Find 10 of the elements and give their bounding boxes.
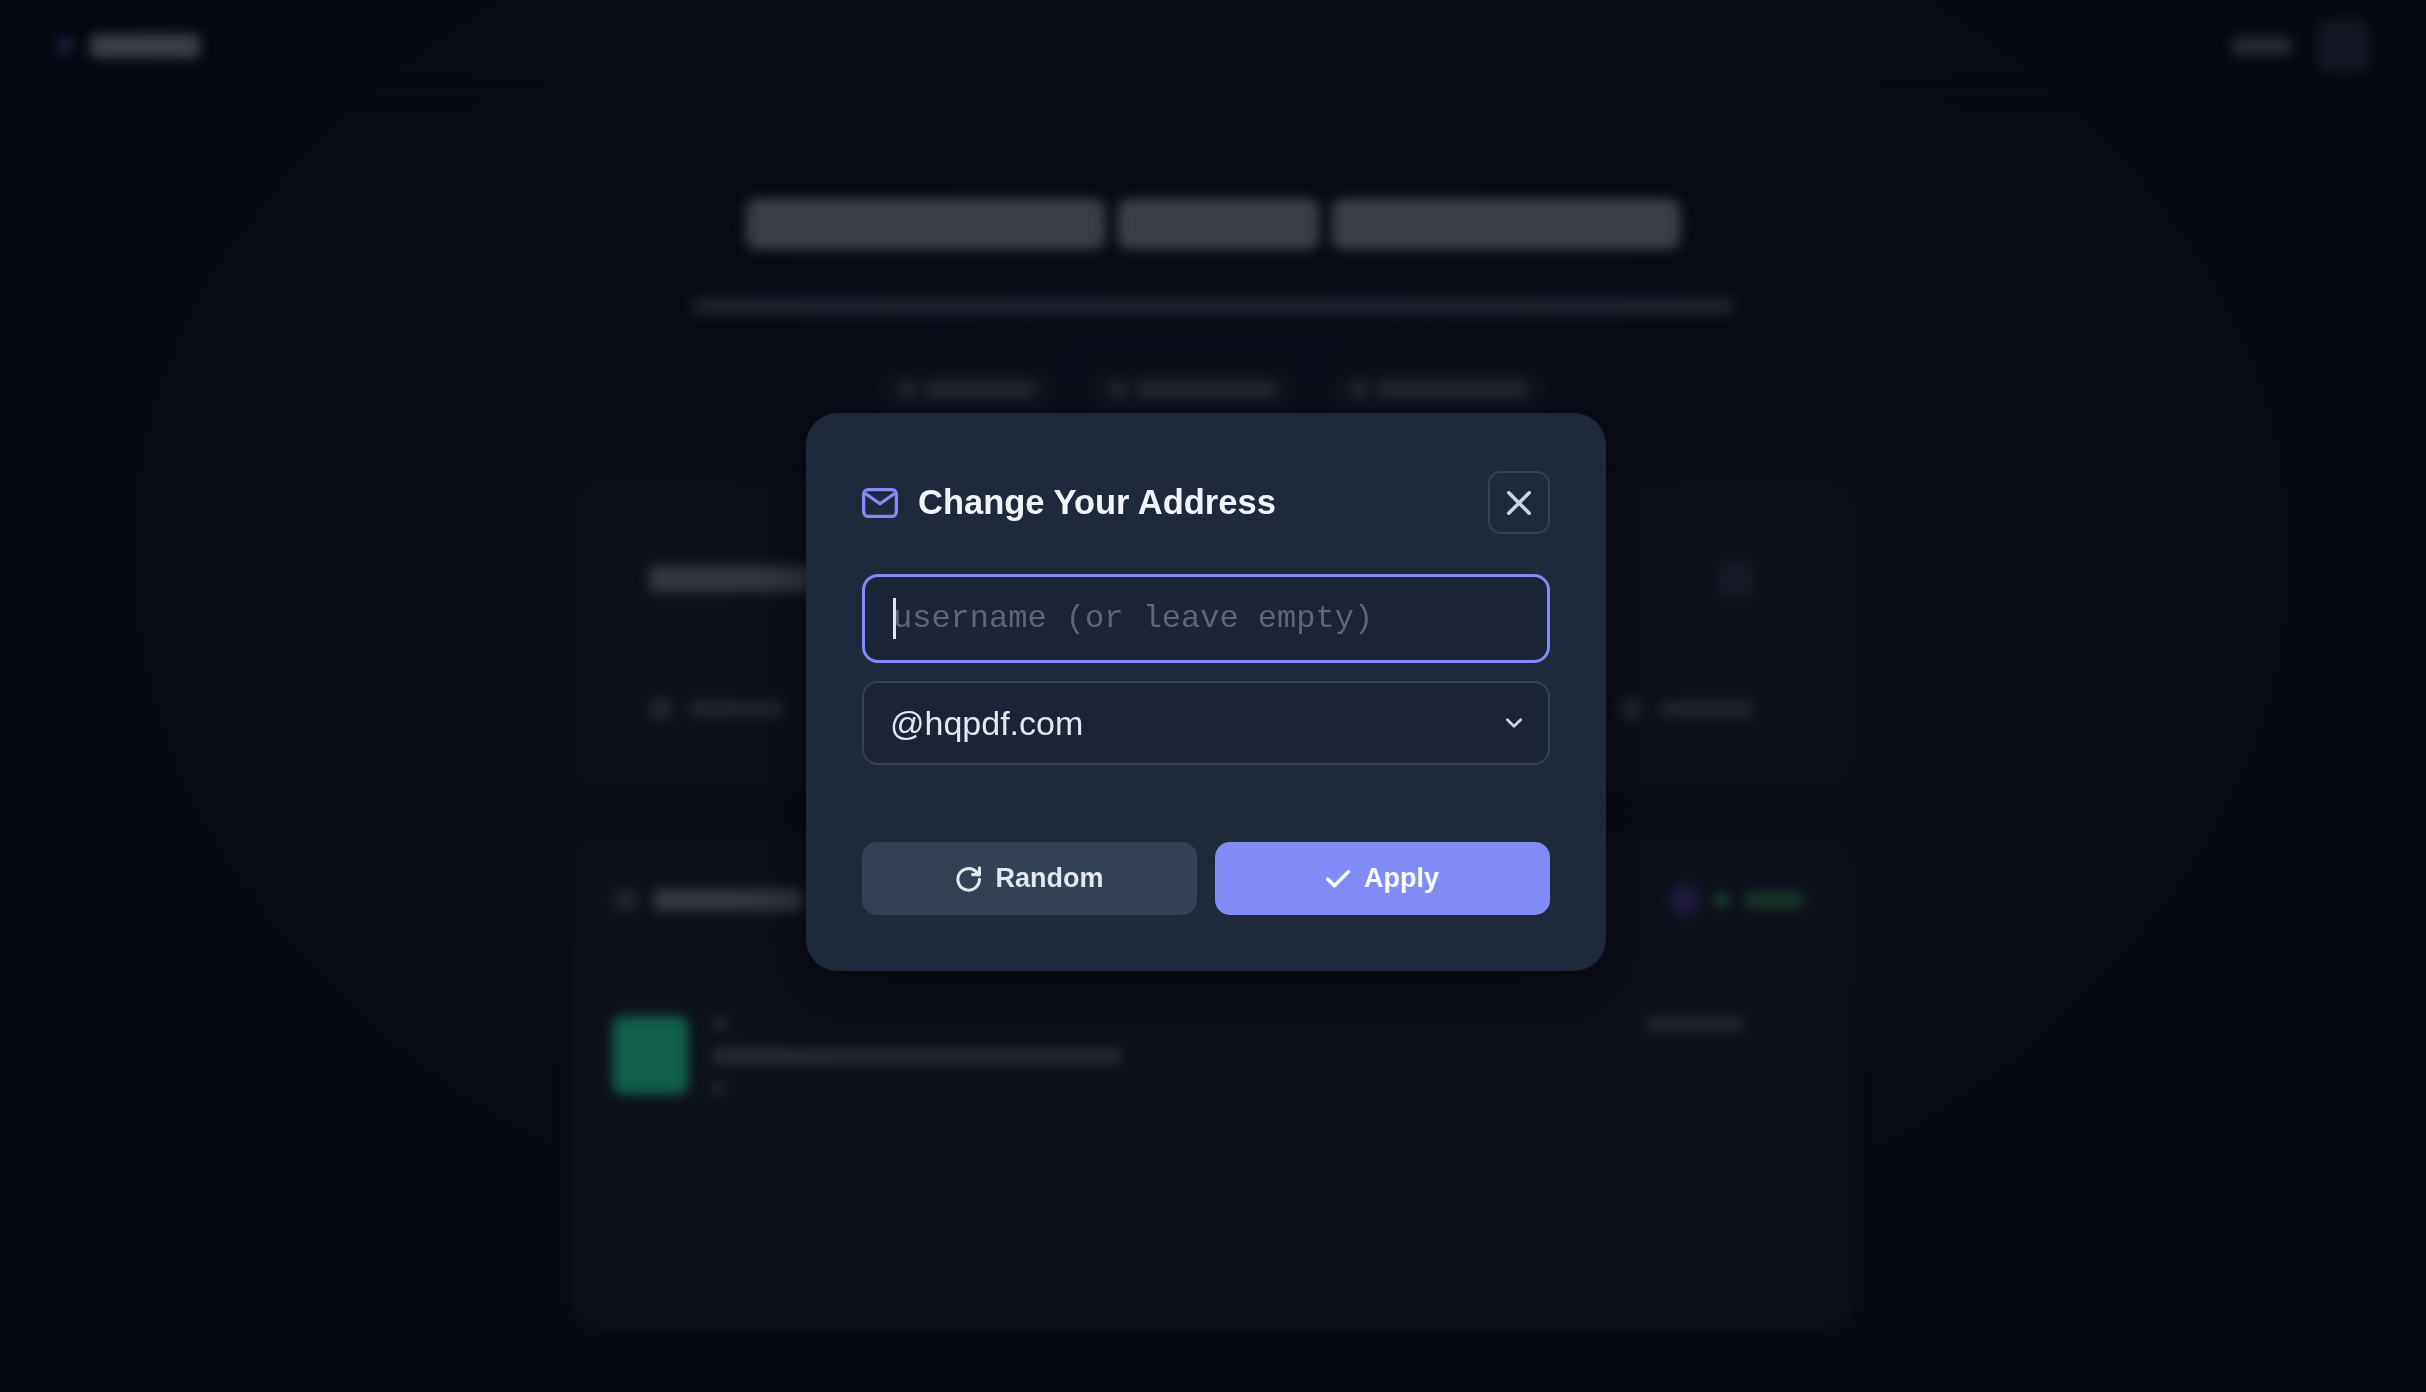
close-button[interactable] <box>1488 471 1550 534</box>
dialog-title: Change Your Address <box>918 481 1277 523</box>
check-icon <box>1326 869 1350 888</box>
random-button[interactable]: Random <box>862 842 1197 915</box>
refresh-icon <box>955 865 982 892</box>
username-field[interactable]: username (or leave empty) <box>862 574 1550 663</box>
envelope-icon <box>862 487 898 518</box>
chevron-down-icon <box>1506 718 1522 728</box>
domain-select[interactable]: @hqpdf.com <box>862 681 1550 765</box>
close-icon <box>1507 490 1531 515</box>
